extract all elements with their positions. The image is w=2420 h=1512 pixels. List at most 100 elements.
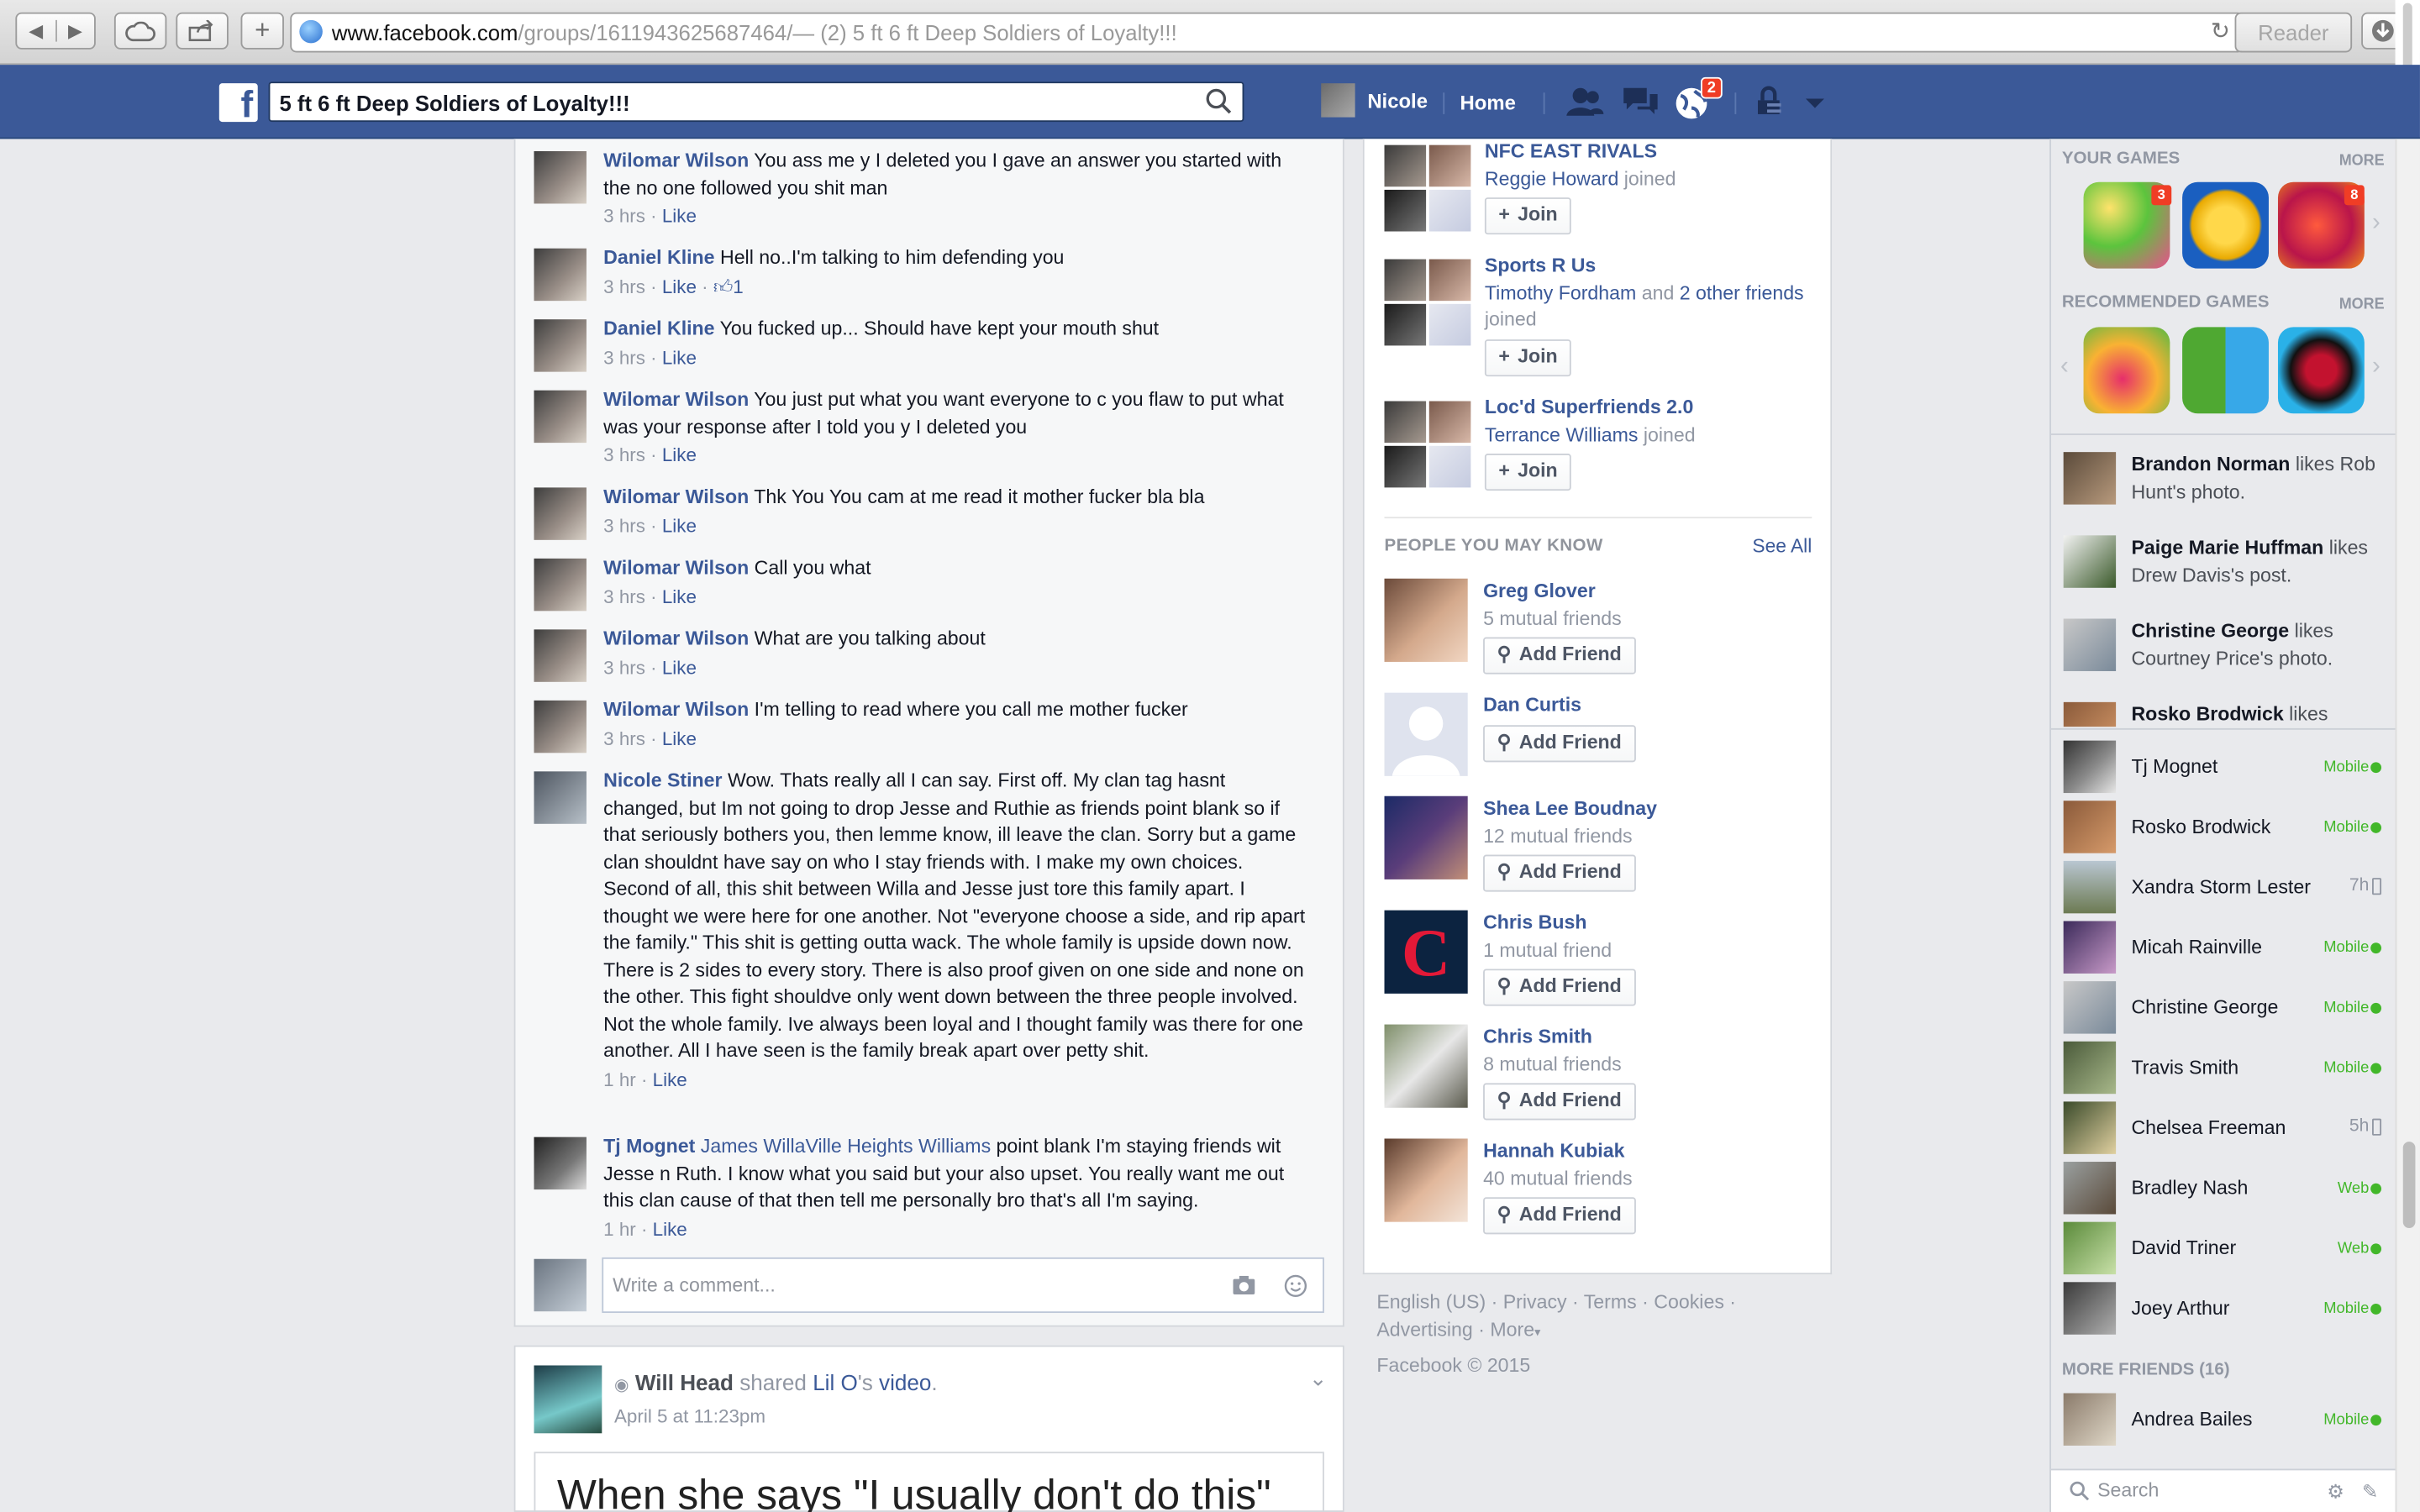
person-avatar[interactable]	[1384, 1138, 1468, 1222]
back-icon[interactable]: ◀	[17, 19, 57, 42]
post-date[interactable]: April 5 at 11:23pm	[614, 1405, 765, 1427]
comment-time[interactable]: 3 hrs	[603, 205, 645, 227]
add-friend-button[interactable]: ⚲ Add Friend	[1483, 1083, 1636, 1121]
shared-page-link[interactable]: Lil O	[813, 1372, 858, 1396]
person-avatar[interactable]	[1384, 795, 1468, 879]
like-link[interactable]: Like	[662, 585, 697, 607]
comment-time[interactable]: 3 hrs	[603, 585, 645, 607]
comment-time[interactable]: 3 hrs	[603, 515, 645, 537]
ticker-item[interactable]: Paige Marie Huffman likes Drew Davis's p…	[2063, 535, 2391, 589]
commenter-name[interactable]: Daniel Kline	[603, 247, 714, 269]
group-photo-mosaic[interactable]	[1384, 259, 1471, 346]
commenter-avatar[interactable]	[534, 1137, 587, 1190]
mutual-friends[interactable]: 1 mutual friend	[1483, 937, 1817, 964]
account-menu-chevron-icon[interactable]	[1800, 83, 1831, 120]
comment-time[interactable]: 3 hrs	[603, 444, 645, 466]
commenter-name[interactable]: Wilomar Wilson	[603, 557, 749, 579]
chat-contact[interactable]: Joey Arthur Mobile	[2063, 1282, 2382, 1337]
ticker-item[interactable]: Rosko Brodwick likes	[2063, 701, 2391, 727]
chat-contact[interactable]: Travis Smith Mobile	[2063, 1041, 2382, 1097]
footer-link-language[interactable]: English (US)	[1376, 1291, 1486, 1313]
privacy-shortcuts-icon[interactable]	[1753, 83, 1793, 120]
person-avatar[interactable]	[1384, 578, 1468, 662]
chat-settings-gear-icon[interactable]: ⚙	[2327, 1479, 2344, 1503]
games-next-arrow-icon[interactable]: ›	[2372, 354, 2381, 381]
commenter-avatar[interactable]	[534, 390, 587, 444]
add-friend-button[interactable]: ⚲ Add Friend	[1483, 1197, 1636, 1235]
commenter-name[interactable]: Tj Mognet	[603, 1136, 695, 1158]
game-star-icon[interactable]	[2182, 181, 2269, 269]
comment-input[interactable]: Write a comment...	[602, 1257, 1324, 1314]
tagged-person-link[interactable]: James WillaVille Heights Williams	[701, 1136, 991, 1158]
commenter-avatar[interactable]	[534, 487, 587, 540]
like-link[interactable]: Like	[653, 1218, 687, 1240]
reload-icon[interactable]: ↻	[2211, 17, 2230, 45]
person-avatar[interactable]: C	[1384, 910, 1468, 994]
footer-link-more[interactable]: More	[1490, 1318, 1534, 1340]
commenter-name[interactable]: Wilomar Wilson	[603, 699, 749, 721]
search-icon[interactable]	[1205, 88, 1233, 116]
add-friend-button[interactable]: ⚲ Add Friend	[1483, 969, 1636, 1006]
commenter-avatar[interactable]	[534, 150, 587, 204]
footer-link-terms[interactable]: Terms	[1584, 1291, 1637, 1313]
profile-link[interactable]: Nicole	[1321, 83, 1428, 118]
group-photo-mosaic[interactable]	[1384, 144, 1471, 232]
mutual-friends[interactable]: 8 mutual friends	[1483, 1052, 1817, 1079]
chat-contact[interactable]: Chelsea Freeman 5h	[2063, 1101, 2382, 1157]
comment-time[interactable]: 3 hrs	[603, 276, 645, 297]
games-next-arrow-icon[interactable]: ›	[2372, 210, 2381, 238]
person-name[interactable]: Shea Lee Boudnay	[1483, 796, 1817, 823]
chat-contact[interactable]: Micah Rainville Mobile	[2063, 921, 2382, 977]
commenter-name[interactable]: Wilomar Wilson	[603, 486, 749, 508]
like-link[interactable]: Like	[662, 205, 697, 227]
person-avatar[interactable]	[1384, 692, 1468, 776]
friend-requests-icon[interactable]	[1565, 83, 1605, 120]
like-link[interactable]: Like	[662, 346, 697, 368]
chat-contact[interactable]: Christine George Mobile	[2063, 981, 2382, 1037]
more-friends-heading[interactable]: MORE FRIENDS (16)	[2062, 1361, 2230, 1379]
commenter-avatar[interactable]	[534, 558, 587, 612]
scroll-thumb[interactable]	[2402, 1142, 2416, 1229]
like-link[interactable]: Like	[662, 657, 697, 679]
chat-contact[interactable]: Bradley Nash Web	[2063, 1162, 2382, 1217]
person-name[interactable]: Chris Bush	[1483, 911, 1817, 937]
commenter-avatar[interactable]	[534, 629, 587, 682]
icloud-tabs-button[interactable]	[113, 12, 167, 50]
facebook-logo[interactable]: f	[218, 83, 258, 123]
like-link[interactable]: Like	[662, 444, 697, 466]
see-all-link[interactable]: See All	[1752, 535, 1812, 557]
share-button[interactable]	[176, 12, 229, 50]
commenter-name[interactable]: Wilomar Wilson	[603, 150, 749, 171]
person-avatar[interactable]	[1384, 1024, 1468, 1108]
your-games-more-link[interactable]: MORE	[2339, 153, 2385, 170]
camera-icon[interactable]	[1232, 1274, 1256, 1296]
member-link[interactable]: Reggie Howard	[1485, 167, 1618, 189]
chat-contact[interactable]: Rosko Brodwick Mobile	[2063, 801, 2382, 856]
chevron-down-icon[interactable]: ⌄	[1309, 1365, 1328, 1391]
comment-time[interactable]: 3 hrs	[603, 346, 645, 368]
ticker-item[interactable]: Brandon Norman likes Rob Hunt's photo.	[2063, 452, 2391, 506]
commenter-name[interactable]: Wilomar Wilson	[603, 628, 749, 650]
page-scrollbar[interactable]	[2395, 139, 2420, 1512]
video-thumbnail-caption[interactable]: When she says "I usually don't do this"	[534, 1452, 1324, 1512]
join-group-button[interactable]: + Join	[1484, 453, 1572, 491]
game-candy-soda-icon[interactable]	[2083, 327, 2170, 414]
recommended-games-more-link[interactable]: MORE	[2339, 297, 2385, 313]
mutual-friends[interactable]: 40 mutual friends	[1483, 1166, 1817, 1193]
chat-contact[interactable]: Tj Mognet Mobile	[2063, 740, 2382, 796]
address-bar[interactable]: www.facebook.com/groups/1611943625687464…	[290, 12, 2244, 53]
add-friend-button[interactable]: ⚲ Add Friend	[1483, 637, 1636, 675]
like-link[interactable]: Like	[653, 1068, 687, 1090]
chat-contact[interactable]: David Triner Web	[2063, 1221, 2382, 1278]
games-prev-arrow-icon[interactable]: ‹	[2060, 354, 2069, 381]
forward-icon[interactable]: ▶	[56, 20, 94, 42]
add-friend-button[interactable]: ⚲ Add Friend	[1483, 854, 1636, 892]
footer-link-advertising[interactable]: Advertising	[1376, 1318, 1472, 1340]
commenter-name[interactable]: Wilomar Wilson	[603, 389, 749, 411]
comment-time[interactable]: 3 hrs	[603, 657, 645, 679]
footer-link-privacy[interactable]: Privacy	[1503, 1291, 1567, 1313]
member-link[interactable]: Timothy Fordham	[1485, 281, 1636, 303]
chat-search-input[interactable]: Search ⚙ ✎	[2050, 1468, 2397, 1512]
home-link[interactable]: Home	[1460, 91, 1516, 114]
member-link[interactable]: Terrance Williams	[1485, 423, 1639, 445]
